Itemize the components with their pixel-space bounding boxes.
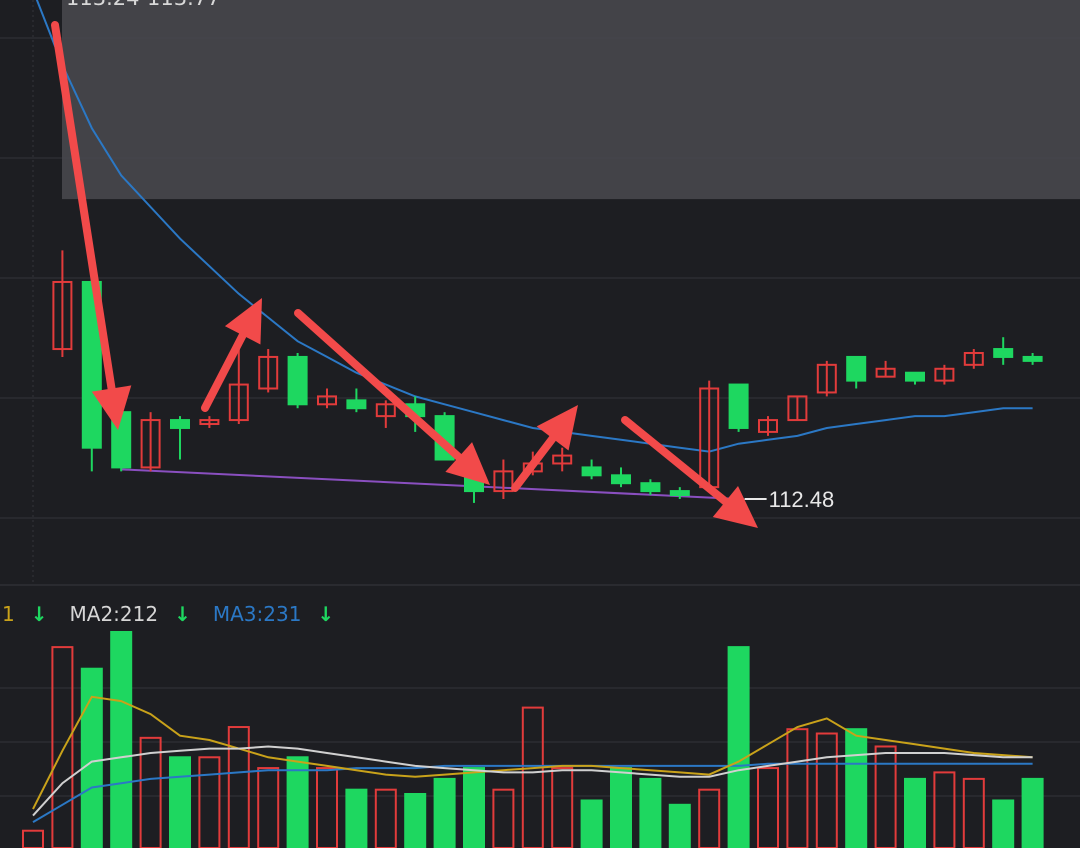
- volume-bar-up: [551, 767, 574, 848]
- candle-down: [669, 490, 690, 497]
- volume-bar-up: [874, 745, 897, 848]
- volume-bar-up: [374, 788, 397, 848]
- volume-bar-down: [668, 803, 691, 848]
- candle-down: [993, 348, 1014, 358]
- arrow-bounce1-shaft: [201, 331, 247, 412]
- ma2-label: MA2:212: [69, 602, 159, 626]
- volume-bar-down: [80, 667, 103, 848]
- volume-bar-up: [257, 767, 280, 848]
- ma1-label: 1: [2, 602, 15, 626]
- arrow-decline-shaft: [294, 309, 463, 461]
- volume-bar-down: [1021, 777, 1044, 848]
- arrow-bounce2-shaft: [511, 434, 557, 492]
- volume-bar-up: [22, 829, 44, 848]
- volume-bar-down: [345, 788, 368, 848]
- volume-bar-up: [933, 771, 956, 848]
- volume-bar-down: [169, 756, 191, 848]
- candle-down: [1022, 355, 1043, 362]
- ma3-label: MA3:231: [212, 602, 302, 626]
- volume-bar-down: [727, 646, 750, 848]
- volume-bar-up: [698, 788, 721, 848]
- volume-bar-down: [845, 728, 868, 848]
- candle-down: [346, 399, 367, 410]
- candle-down: [905, 371, 925, 382]
- volume-bar-down: [463, 767, 485, 848]
- volume-bar-down: [580, 799, 603, 848]
- candle-down: [846, 355, 867, 382]
- volume-bar-up: [786, 728, 809, 848]
- candle-down: [287, 355, 308, 406]
- volume-bar-up: [198, 756, 221, 848]
- volume-bar-up: [757, 767, 779, 848]
- price-range-label: 113.24-113.77: [66, 0, 221, 10]
- candle-down: [728, 383, 749, 429]
- candle-down: [611, 474, 631, 485]
- low-annotation: 112.48: [744, 487, 835, 512]
- candle-down: [581, 466, 602, 477]
- ma-legend-row: 1 ↓ MA2:212 ↓ MA3:231 ↓: [0, 600, 356, 628]
- volume-bar-up: [316, 767, 338, 848]
- volume-bar-down: [610, 767, 632, 848]
- volume-bar-down: [404, 793, 427, 848]
- arrow-final-shaft: [621, 416, 730, 506]
- volume-bar-down: [992, 799, 1015, 848]
- volume-bar-up: [521, 706, 544, 848]
- volume-bar-down: [110, 631, 133, 848]
- volume-bar-up: [962, 777, 985, 848]
- volume-bar-up: [492, 788, 515, 848]
- volume-bar-down: [433, 777, 456, 848]
- volume-bar-up: [815, 732, 838, 848]
- candle-down: [170, 419, 190, 429]
- volume-bar-up: [227, 726, 250, 848]
- ma1-down-icon: ↓: [30, 602, 48, 626]
- ma3-down-icon: ↓: [317, 602, 335, 626]
- volume-bar-up: [51, 646, 74, 848]
- low-price-label: 112.48: [769, 487, 835, 512]
- candle-down: [640, 482, 661, 493]
- volume-bar-down: [639, 777, 662, 848]
- chart-stage: 112.48: [0, 0, 1080, 848]
- volume-bar-down: [904, 777, 926, 848]
- resistance-zone: [62, 0, 1080, 200]
- arrow-bounce2-head: [536, 405, 578, 451]
- ma2-down-icon: ↓: [174, 602, 191, 626]
